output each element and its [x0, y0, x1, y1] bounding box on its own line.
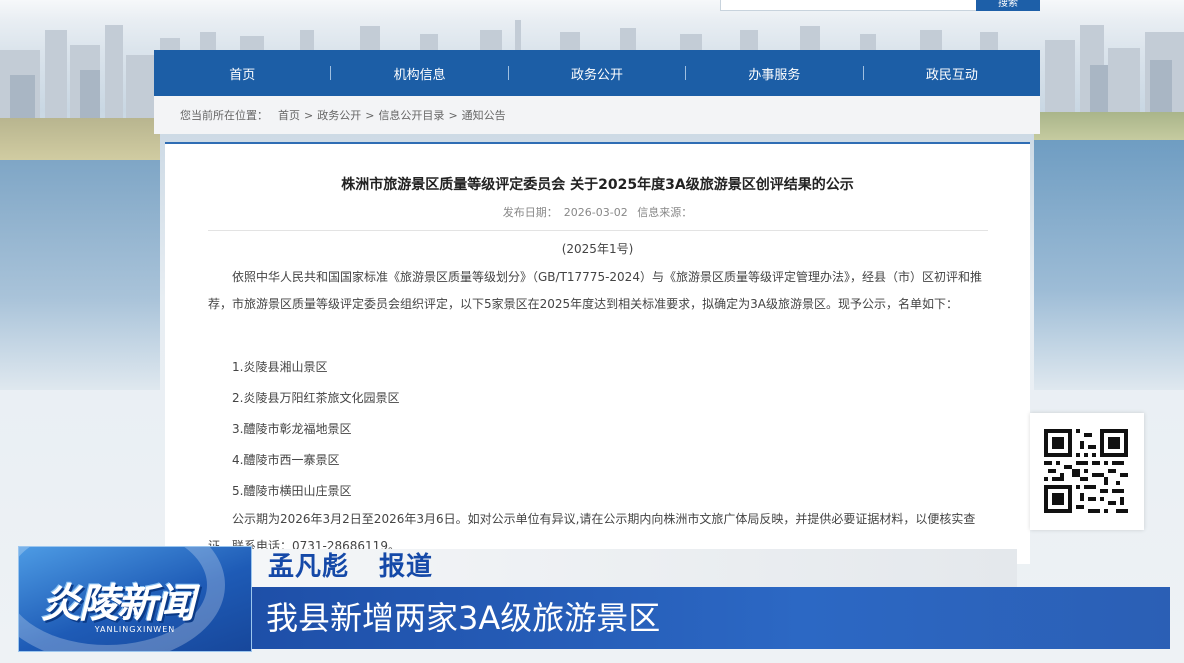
list-item: 1.炎陵县湘山景区 [232, 360, 328, 374]
main-nav: 首页 机构信息 政务公开 办事服务 政民互动 [154, 50, 1040, 96]
river-right [1034, 140, 1184, 390]
qr-code-icon [1044, 429, 1128, 513]
logo-text: 炎陵新闻 [41, 581, 195, 627]
list-item: 5.醴陵市横田山庄景区 [232, 484, 352, 498]
breadcrumb-separator: > [304, 108, 314, 122]
breadcrumb: 您当前所在位置： 首页 > 政务公开 > 信息公开目录 > 通知公告 [154, 96, 1040, 134]
article-meta: 发布日期： 2026-03-02 信息来源： [165, 204, 1030, 220]
publish-date: 2026-03-02 [563, 206, 628, 219]
breadcrumb-separator: > [448, 108, 458, 122]
search-button[interactable]: 搜索 [976, 0, 1040, 11]
reporter-name: 孟凡彪 [268, 552, 350, 582]
breadcrumb-notices[interactable]: 通知公告 [462, 107, 506, 123]
breadcrumb-catalog[interactable]: 信息公开目录 [378, 107, 444, 123]
nav-item-interaction[interactable]: 政民互动 [864, 64, 1040, 83]
list-item: 2.炎陵县万阳红茶旅文化园景区 [232, 391, 400, 405]
qr-code-panel [1030, 413, 1144, 530]
shore-left [0, 118, 160, 166]
article-intro: 依照中华人民共和国国家标准《旅游景区质量等级划分》（GB/T17775-2024… [208, 270, 982, 311]
list-item: 4.醴陵市西一寨景区 [232, 453, 340, 467]
nav-item-home[interactable]: 首页 [154, 64, 330, 83]
nav-item-organization[interactable]: 机构信息 [331, 64, 507, 83]
source-label: 信息来源： [637, 206, 693, 219]
nav-item-government-affairs[interactable]: 政务公开 [509, 64, 685, 83]
document-number: (2025年1号) [561, 242, 634, 256]
divider [208, 230, 988, 231]
breadcrumb-home[interactable]: 首页 [278, 107, 300, 123]
search-input[interactable] [720, 0, 978, 11]
list-item: 3.醴陵市彰龙福地景区 [232, 422, 352, 436]
article-title: 株洲市旅游景区质量等级评定委员会 关于2025年度3A级旅游景区创评结果的公示 [341, 177, 854, 193]
channel-logo: 炎陵新闻 YANLINGXINWEN [18, 546, 252, 652]
publish-label: 发布日期： [502, 206, 558, 219]
article-card: 株洲市旅游景区质量等级评定委员会 关于2025年度3A级旅游景区创评结果的公示 … [165, 142, 1030, 564]
logo-subtext: YANLINGXINWEN [94, 625, 176, 634]
breadcrumb-separator: > [365, 108, 375, 122]
breadcrumb-government-affairs[interactable]: 政务公开 [317, 107, 361, 123]
river-left [0, 160, 160, 390]
scenic-area-list: 1.炎陵县湘山景区 2.炎陵县万阳红茶旅文化园景区 3.醴陵市彰龙福地景区 4.… [232, 352, 399, 507]
report-word: 报道 [379, 552, 434, 582]
news-headline: 我县新增两家3A级旅游景区 [266, 599, 661, 637]
breadcrumb-lead: 您当前所在位置： [180, 109, 268, 122]
nav-item-services[interactable]: 办事服务 [686, 64, 862, 83]
reporter-credit: 孟凡彪 报道 [268, 549, 433, 585]
